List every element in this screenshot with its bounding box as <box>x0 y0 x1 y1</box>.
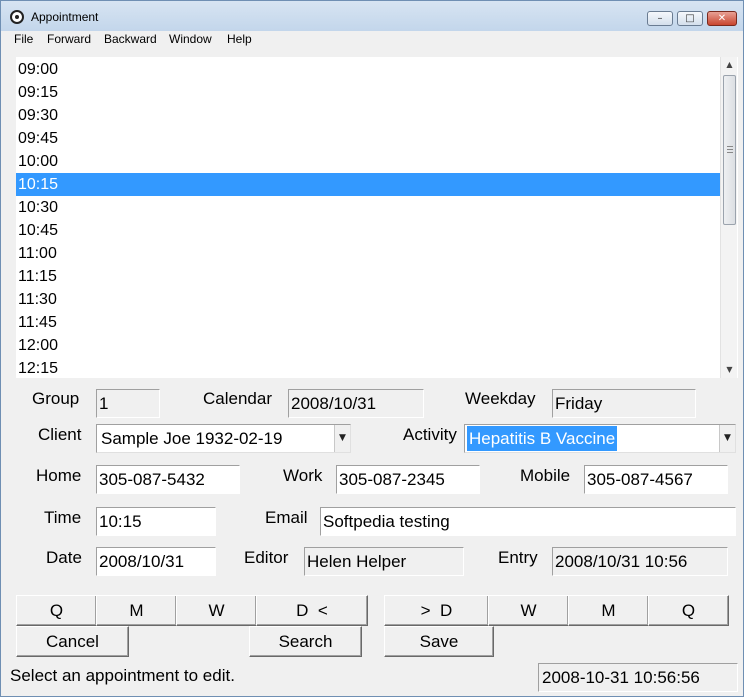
time-slot-item[interactable]: 11:00 <box>16 242 720 265</box>
save-button[interactable]: Save <box>384 626 494 657</box>
status-clock: 2008-10-31 10:56:56 <box>538 663 738 692</box>
forward-quarter-button[interactable]: Q <box>648 595 729 626</box>
time-slot-item[interactable]: 10:30 <box>16 196 720 219</box>
work-phone-field[interactable]: 305-087-2345 <box>336 465 480 494</box>
entry-field: 2008/10/31 10:56 <box>552 547 728 576</box>
client-select[interactable]: Sample Joe 1932-02-19 ▼ <box>96 424 351 453</box>
back-week-button[interactable]: W <box>176 595 257 626</box>
menu-bar: File Forward Backward Window Help <box>1 31 743 48</box>
menu-forward[interactable]: Forward <box>47 32 91 46</box>
forward-month-button[interactable]: M <box>568 595 649 626</box>
time-label: Time <box>44 508 82 527</box>
group-field: 1 <box>96 389 160 418</box>
vertical-scrollbar[interactable]: ▲ ▼ <box>720 57 737 378</box>
time-slot-item[interactable]: 09:00 <box>16 58 720 81</box>
forward-day-button[interactable]: > D <box>384 595 489 626</box>
activity-value: Hepatitis B Vaccine <box>467 426 618 451</box>
calendar-field: 2008/10/31 <box>288 389 424 418</box>
time-slot-item[interactable]: 09:15 <box>16 81 720 104</box>
maximize-button[interactable]: □ <box>677 11 703 26</box>
date-field[interactable]: 2008/10/31 <box>96 547 216 576</box>
editor-label: Editor <box>244 548 289 567</box>
work-label: Work <box>283 466 323 485</box>
close-button[interactable]: ✕ <box>707 11 737 26</box>
scroll-thumb[interactable] <box>723 75 736 225</box>
back-day-button[interactable]: D < <box>256 595 368 626</box>
time-slot-list[interactable]: 09:00 09:15 09:30 09:45 10:00 10:15 10:30 10:45… <box>16 57 738 378</box>
menu-backward[interactable]: Backward <box>104 32 157 46</box>
client-value: Sample Joe 1932-02-19 <box>101 429 283 448</box>
status-message: Select an appointment to edit. <box>10 666 235 685</box>
scroll-down-icon[interactable]: ▼ <box>721 362 738 378</box>
back-quarter-button[interactable]: Q <box>16 595 97 626</box>
time-slot-item[interactable]: 12:00 <box>16 334 720 357</box>
time-slot-item[interactable]: 09:30 <box>16 104 720 127</box>
time-slot-item[interactable]: 10:00 <box>16 150 720 173</box>
time-slot-item[interactable]: 11:45 <box>16 311 720 334</box>
activity-label: Activity <box>403 425 457 444</box>
email-field[interactable]: Softpedia testing <box>320 507 736 536</box>
search-button[interactable]: Search <box>249 626 362 657</box>
home-label: Home <box>36 466 82 485</box>
time-slot-item[interactable]: 11:30 <box>16 288 720 311</box>
scroll-up-icon[interactable]: ▲ <box>721 57 738 73</box>
weekday-label: Weekday <box>465 389 536 408</box>
clock-icon <box>10 10 24 24</box>
window-title: Appointment <box>31 10 99 24</box>
chevron-down-icon[interactable]: ▼ <box>334 425 350 452</box>
entry-label: Entry <box>498 548 538 567</box>
minimize-button[interactable]: – <box>647 11 673 26</box>
chevron-down-icon[interactable]: ▼ <box>719 425 735 452</box>
calendar-label: Calendar <box>203 389 272 408</box>
weekday-field: Friday <box>552 389 696 418</box>
email-label: Email <box>265 508 308 527</box>
forward-week-button[interactable]: W <box>488 595 569 626</box>
menu-help[interactable]: Help <box>227 32 252 46</box>
time-slot-item[interactable]: 10:45 <box>16 219 720 242</box>
client-label: Client <box>38 425 82 444</box>
back-month-button[interactable]: M <box>96 595 177 626</box>
date-label: Date <box>46 548 82 567</box>
home-phone-field[interactable]: 305-087-5432 <box>96 465 240 494</box>
cancel-button[interactable]: Cancel <box>16 626 129 657</box>
appointment-window: Appointment – □ ✕ File Forward Backward … <box>0 0 744 697</box>
menu-file[interactable]: File <box>14 32 33 46</box>
time-field[interactable]: 10:15 <box>96 507 216 536</box>
activity-select[interactable]: Hepatitis B Vaccine ▼ <box>464 424 736 453</box>
group-label: Group <box>32 389 80 408</box>
menu-window[interactable]: Window <box>169 32 212 46</box>
time-slot-item[interactable]: 11:15 <box>16 265 720 288</box>
time-slot-item[interactable]: 12:15 <box>16 357 720 378</box>
title-bar[interactable]: Appointment – □ ✕ <box>1 1 743 31</box>
time-slot-item[interactable]: 09:45 <box>16 127 720 150</box>
mobile-phone-field[interactable]: 305-087-4567 <box>584 465 728 494</box>
time-slot-item[interactable]: 10:15 <box>16 173 720 196</box>
grip-icon <box>727 146 733 153</box>
mobile-label: Mobile <box>520 466 571 485</box>
editor-field: Helen Helper <box>304 547 464 576</box>
